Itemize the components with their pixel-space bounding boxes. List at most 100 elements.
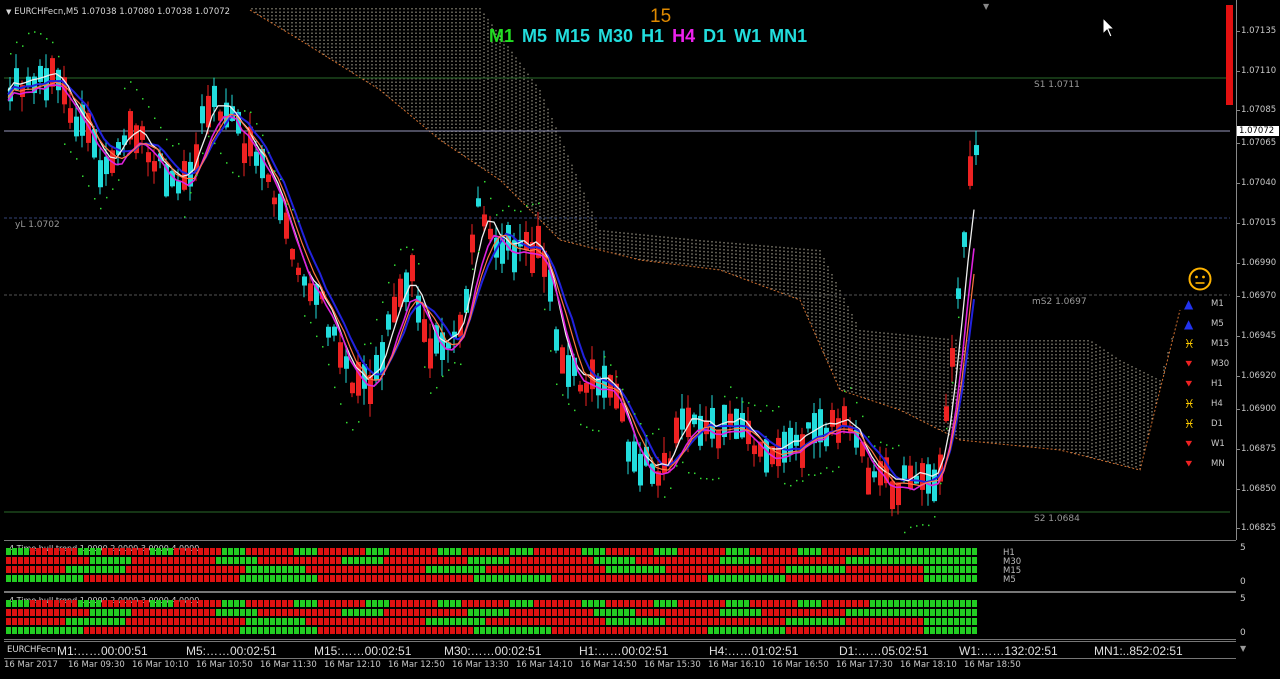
tf-m5[interactable]: M5 [522, 26, 547, 47]
trend-cell [810, 609, 815, 616]
trend-cell [372, 627, 377, 634]
tf-w1[interactable]: W1 [734, 26, 761, 47]
trend-cell [960, 600, 965, 607]
trend-cell [396, 548, 401, 555]
sar-dot [718, 477, 720, 480]
trend-cell [318, 627, 323, 634]
trend-cell [294, 557, 299, 564]
trend-cell [228, 557, 233, 564]
trend-cell [726, 627, 731, 634]
trend-cell [522, 609, 527, 616]
sar-dot [160, 126, 162, 129]
trend-cell [270, 557, 275, 564]
trend-cell [960, 575, 965, 582]
trend-cell [120, 627, 125, 634]
tf-mn1[interactable]: MN1 [769, 26, 807, 47]
trend-cell [60, 557, 65, 564]
trend-cell [108, 609, 113, 616]
trend-cell [534, 618, 539, 625]
trend-cell [240, 600, 245, 607]
trend-cell [468, 627, 473, 634]
trend-cell [852, 557, 857, 564]
trend-cell [504, 566, 509, 573]
trend-cell [180, 575, 185, 582]
tf-h4[interactable]: H4 [672, 26, 695, 47]
trend-cell [372, 618, 377, 625]
candle-body [632, 441, 637, 472]
trend-cell [840, 609, 845, 616]
scroll-down-icon[interactable]: ▼ [1240, 644, 1246, 653]
tf-h1[interactable]: H1 [641, 26, 664, 47]
trend-cell [402, 557, 407, 564]
trend-cell [438, 575, 443, 582]
trend-cell [132, 575, 137, 582]
trend-cell [492, 609, 497, 616]
sar-dot [634, 413, 636, 415]
trend-cell [750, 557, 755, 564]
trend-cell [462, 566, 467, 573]
price-chart[interactable] [0, 0, 1280, 540]
trend-cell [162, 627, 167, 634]
trend-cell [810, 575, 815, 582]
tf-m1[interactable]: M1 [489, 26, 514, 47]
sar-dot [436, 386, 438, 389]
trend-cell [510, 575, 515, 582]
trend-cell [156, 609, 161, 616]
trend-cell [234, 627, 239, 634]
trend-cell [6, 557, 11, 564]
trend-cell [576, 600, 581, 607]
trend-cell [138, 609, 143, 616]
tf-d1[interactable]: D1 [703, 26, 726, 47]
trend-cell [174, 548, 179, 555]
trend-cell [78, 609, 83, 616]
trend-cell [222, 627, 227, 634]
trend-cell [540, 548, 545, 555]
trend-cell [702, 557, 707, 564]
trend-cell [420, 600, 425, 607]
trend-cell [390, 557, 395, 564]
trend-cell [756, 627, 761, 634]
trend-cell [552, 609, 557, 616]
trend-cell [204, 557, 209, 564]
trend-cell [156, 548, 161, 555]
trend-cell [204, 566, 209, 573]
trend-cell [570, 618, 575, 625]
candle-body [866, 467, 871, 495]
trend-cell [636, 575, 641, 582]
trend-cell [678, 609, 683, 616]
trend-cell [954, 618, 959, 625]
symbol-info: EURCHFecn,M5 1.07038 1.07080 1.07038 1.0… [14, 7, 231, 17]
trend-cell [798, 618, 803, 625]
trend-cell [234, 548, 239, 555]
sar-dot [904, 531, 906, 534]
trend-cell [486, 627, 491, 634]
trend-cell [828, 600, 833, 607]
trend-cell [870, 575, 875, 582]
trend-cell [522, 557, 527, 564]
trend-cell [930, 566, 935, 573]
tf-m30[interactable]: M30 [598, 26, 633, 47]
candlesticks [8, 54, 979, 517]
trend-cell [354, 566, 359, 573]
trend-cell [48, 627, 53, 634]
trend-cell [588, 575, 593, 582]
trend-cell [378, 566, 383, 573]
trend-cell [78, 618, 83, 625]
trend-cell [966, 557, 971, 564]
trend-cell [636, 557, 641, 564]
trend-cell [852, 566, 857, 573]
tf-m15[interactable]: M15 [555, 26, 590, 47]
trend-cell [954, 575, 959, 582]
trend-cell [96, 618, 101, 625]
trend-cell [804, 575, 809, 582]
trend-cell [570, 627, 575, 634]
trend-cell [864, 557, 869, 564]
sar-dot [808, 474, 810, 476]
trend-cell [636, 618, 641, 625]
trend-cell [924, 548, 929, 555]
trend-cell [696, 609, 701, 616]
trend-cell [132, 566, 137, 573]
trend-cell [90, 627, 95, 634]
sar-dot [400, 248, 402, 251]
trend-cell [54, 557, 59, 564]
